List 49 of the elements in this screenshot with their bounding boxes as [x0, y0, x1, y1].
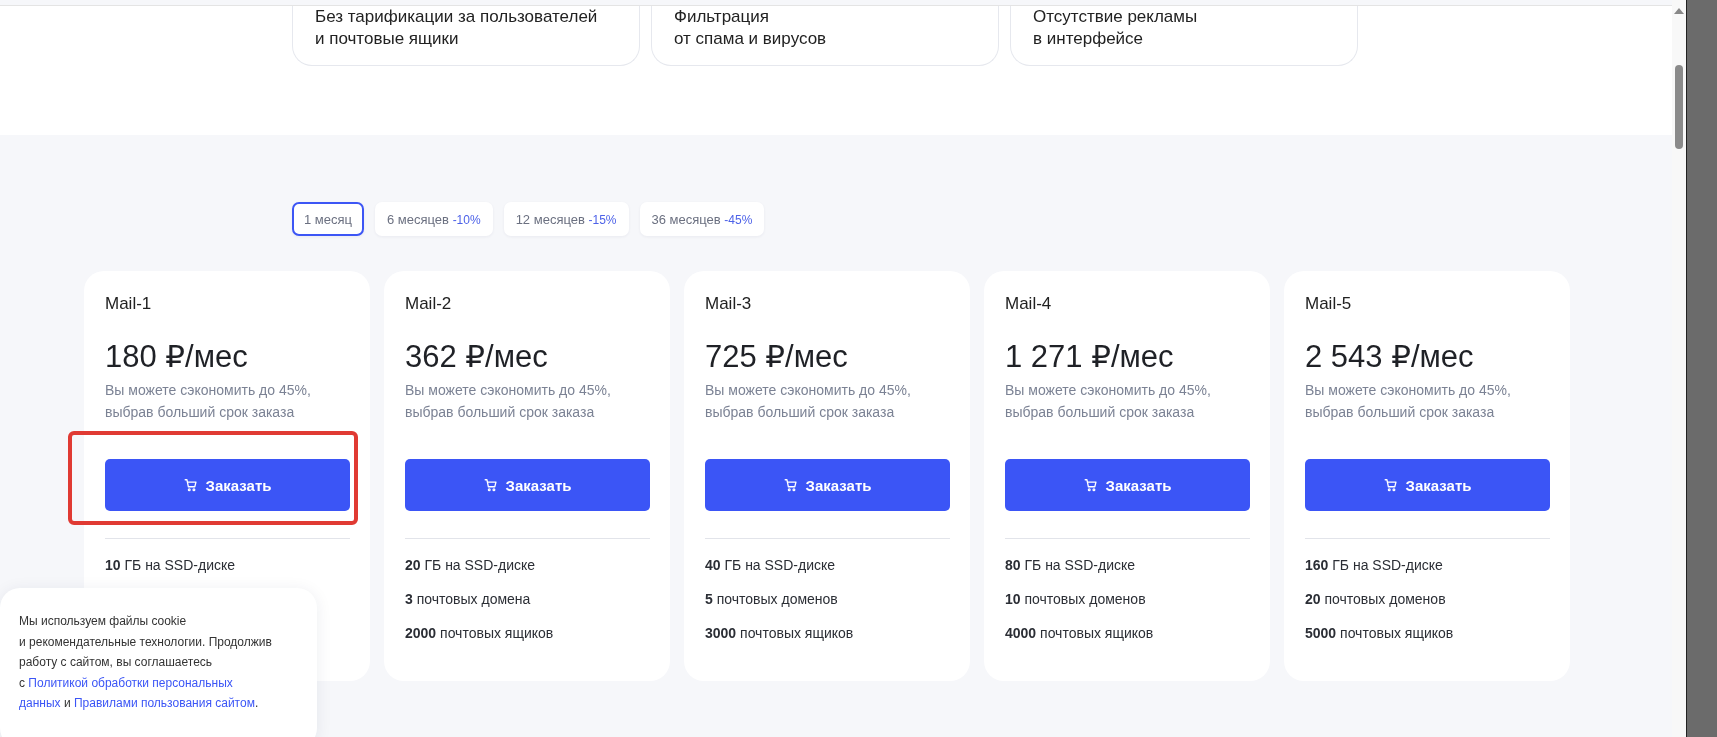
plan-note: Вы можете сэкономить до 45%, выбрав больший срок заказа [1005, 381, 1212, 422]
plan-price: 180 ₽/мес [105, 338, 249, 375]
cart-icon [1083, 478, 1098, 492]
plan-feature: 3000 почтовых ящиков [705, 626, 855, 641]
order-button[interactable]: Заказать [405, 459, 650, 511]
plan-feature: 2000 почтовых ящиков [405, 626, 555, 641]
period-tab[interactable]: 1 месяц [292, 202, 364, 236]
cart-icon [483, 478, 498, 492]
plan-feature: 3 почтовых домена [405, 592, 532, 607]
plan-name: Mail-3 [705, 294, 753, 314]
plan-price: 1 271 ₽/мес [1005, 338, 1175, 375]
plan-feature: 20 ГБ на SSD-диске [405, 558, 537, 573]
order-button[interactable]: Заказать [105, 459, 350, 511]
plan-feature: 160 ГБ на SSD-диске [1305, 558, 1444, 573]
plan-note: Вы можете сэкономить до 45%, выбрав больший срок заказа [405, 381, 612, 422]
plan-feature: 40 ГБ на SSD-диске [705, 558, 837, 573]
plan-note: Вы можете сэкономить до 45%, выбрав больший срок заказа [705, 381, 912, 422]
plan-feature: 5000 почтовых ящиков [1305, 626, 1455, 641]
plan-price: 725 ₽/мес [705, 338, 849, 375]
period-tab[interactable]: 6 месяцев -10% [375, 202, 493, 236]
scrollbar-thumb[interactable] [1675, 65, 1683, 149]
scroll-up-icon[interactable] [1674, 8, 1684, 14]
plan-price: 2 543 ₽/мес [1305, 338, 1475, 375]
cart-icon [783, 478, 798, 492]
order-button[interactable]: Заказать [1305, 459, 1550, 511]
plan-name: Mail-4 [1005, 294, 1053, 314]
plan-feature: 80 ГБ на SSD-диске [1005, 558, 1137, 573]
period-tab[interactable]: 36 месяцев -45% [639, 202, 765, 236]
plan-feature: 10 ГБ на SSD-диске [105, 558, 237, 573]
plan-feature: 5 почтовых доменов [705, 592, 839, 607]
plan-note: Вы можете сэкономить до 45%, выбрав больший срок заказа [105, 381, 312, 422]
plan-name: Mail-5 [1305, 294, 1353, 314]
cookie-text: Мы используем файлы cookie и рекомендательные технологии. Продолжив работу с сайтом, вы соглашаетесь с Политикой обработки персональных данных и Правилами пользования сайтом. [19, 613, 273, 712]
plan-name: Mail-1 [105, 294, 153, 314]
plan-feature: 20 почтовых доменов [1305, 592, 1447, 607]
benefit-text: Отсутствие рекламы в интерфейсе [1033, 6, 1199, 50]
plan-note: Вы можете сэкономить до 45%, выбрав больший срок заказа [1305, 381, 1512, 422]
cart-icon [1383, 478, 1398, 492]
plan-price: 362 ₽/мес [405, 338, 549, 375]
plan-feature: 10 почтовых доменов [1005, 592, 1147, 607]
order-button[interactable]: Заказать [705, 459, 950, 511]
benefit-text: Без тарификации за пользователей и почтовые ящики [315, 6, 599, 50]
cart-icon [183, 478, 198, 492]
period-tab[interactable]: 12 месяцев -15% [503, 202, 629, 236]
order-button[interactable]: Заказать [1005, 459, 1250, 511]
scrollbar[interactable] [1672, 0, 1686, 737]
plan-feature: 4000 почтовых ящиков [1005, 626, 1155, 641]
benefit-text: Фильтрация от спама и вирусов [674, 6, 828, 50]
plan-name: Mail-2 [405, 294, 453, 314]
